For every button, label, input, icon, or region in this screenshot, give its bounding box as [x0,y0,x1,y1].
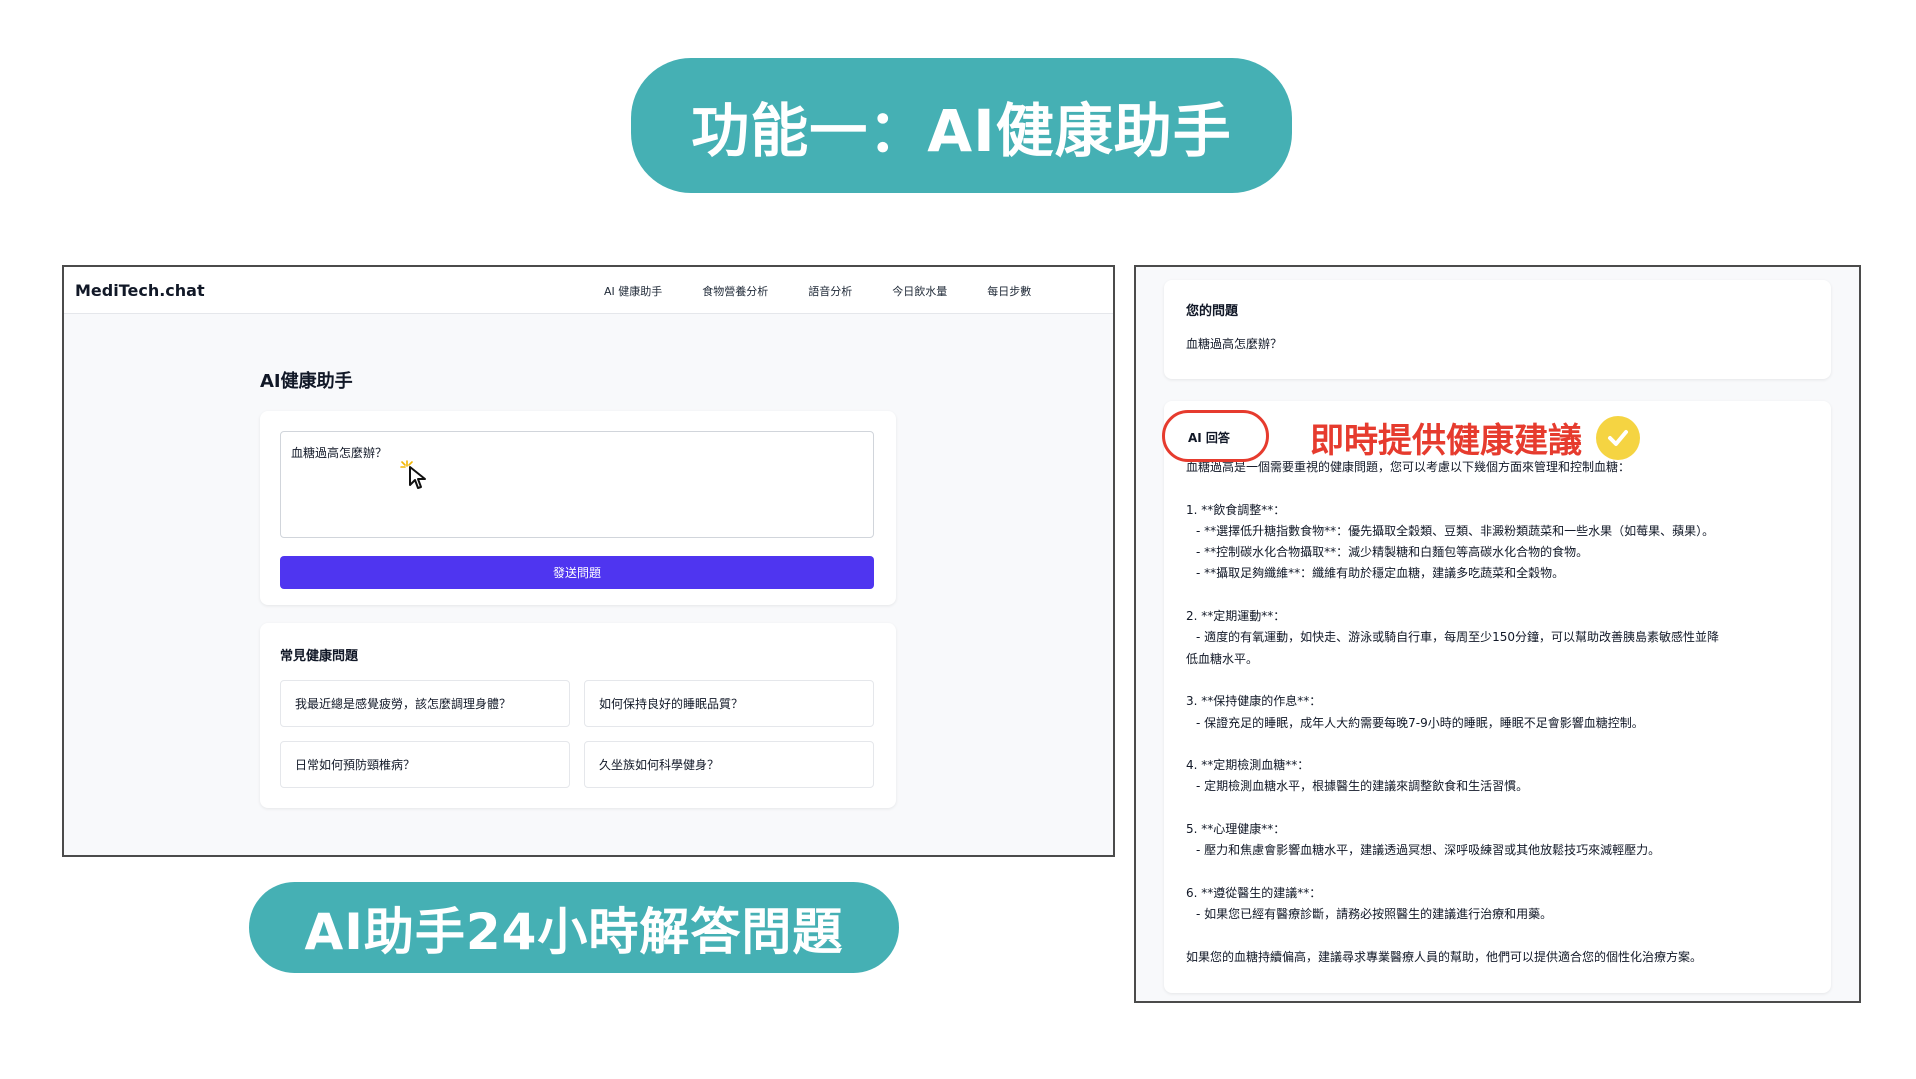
answer-line: - 定期檢測血糖水平，根據醫生的建議來調整飲食和生活習慣。 [1196,779,1529,794]
answer-line: - **控制碳水化合物攝取**：減少精製糖和白麵包等高碳水化合物的食物。 [1196,545,1589,560]
answer-line: 6. **遵從醫生的建議**： [1186,885,1322,900]
question-input[interactable]: 血糖過高怎麼辦？ [280,431,874,538]
highlight-annotation: 即時提供健康建議 [1310,413,1640,462]
nav-water-intake[interactable]: 今日飲水量 [892,283,947,299]
answer-line: - 如果您已經有醫療診斷，請務必按照醫生的建議進行治療和用藥。 [1196,907,1553,922]
answer-line: - **選擇低升糖指數食物**：優先攝取全穀類、豆類、非澱粉類蔬菜和一些水果（如… [1196,523,1715,538]
faq-item[interactable]: 日常如何預防頸椎病？ [280,741,570,788]
faq-grid: 我最近總是感覺疲勞，該怎麼調理身體？ 如何保持良好的睡眠品質？ 日常如何預防頸椎… [280,680,876,788]
question-card: 您的問題 血糖過高怎麼辦？ [1164,280,1831,379]
answer-label: AI 回答 [1188,431,1230,445]
faq-item[interactable]: 我最近總是感覺疲勞，該怎麼調理身體？ [280,680,570,727]
question-text: 血糖過高怎麼辦？ [1186,337,1283,351]
answer-line [1186,478,1809,499]
nav-voice-analysis[interactable]: 語音分析 [808,283,852,299]
answer-text: 血糖過高是一個需要重視的健康問題，您可以考慮以下幾個方面來管理和控制血糖： 1. … [1186,457,1809,968]
answer-line: - 壓力和焦慮會影響血糖水平，建議透過冥想、深呼吸練習或其他放鬆技巧來減輕壓力。 [1196,843,1661,858]
page-title: AI健康助手 [260,371,353,392]
nav-daily-steps[interactable]: 每日步數 [987,283,1031,299]
answer-line: - 適度的有氧運動，如快走、游泳或騎自行車，每周至少150分鐘，可以幫助改善胰島… [1196,630,1720,645]
faq-item[interactable]: 如何保持良好的睡眠品質？ [584,680,874,727]
answer-header: AI 回答 即時提供健康建議 [1162,410,1809,462]
left-screenshot: MediTech.chat AI 健康助手 食物營養分析 語音分析 今日飲水量 … [62,265,1115,857]
answer-line [1186,862,1809,883]
answer-line [1186,926,1809,947]
answer-line [1186,798,1809,819]
nav-food-nutrition[interactable]: 食物營養分析 [702,283,768,299]
answer-line [1186,670,1809,691]
right-screenshot: 您的問題 血糖過高怎麼辦？ AI 回答 即時提供健康建議 血糖過高是一個需要重視… [1134,265,1861,1003]
question-label: 您的問題 [1186,304,1239,319]
answer-line: 2. **定期運動**： [1186,609,1286,624]
faq-item[interactable]: 久坐族如何科學健身？ [584,741,874,788]
check-circle-icon [1596,415,1640,460]
answer-line: - **攝取足夠纖維**：纖維有助於穩定血糖，建議多吃蔬菜和全穀物。 [1196,566,1565,581]
pointer-cursor-icon [400,459,440,503]
faq-card: 常見健康問題 我最近總是感覺疲勞，該怎麼調理身體？ 如何保持良好的睡眠品質？ 日… [260,623,896,808]
answer-line [1186,734,1809,755]
answer-line: 4. **定期檢測血糖**： [1186,758,1310,773]
answer-line: 如果您的血糖持續偏高，建議尋求專業醫療人員的幫助，他們可以提供適合您的個性化治療… [1186,949,1703,964]
brand-logo[interactable]: MediTech.chat [75,281,205,300]
ask-card: 血糖過高怎麼辦？ 發送問題 [260,411,896,605]
faq-title: 常見健康問題 [280,649,359,664]
main-content: AI健康助手 血糖過高怎麼辦？ 發送問題 常見健康問題 我最近總是感覺疲勞，該怎… [260,367,896,808]
caption-banner: AI助手24小時解答問題 [249,882,899,973]
answer-line: 3. **保持健康的作息**： [1186,694,1322,709]
top-navbar: MediTech.chat AI 健康助手 食物營養分析 語音分析 今日飲水量 … [64,267,1113,314]
nav-links: AI 健康助手 食物營養分析 語音分析 今日飲水量 每日步數 [604,267,1071,314]
answer-line: 1. **飲食調整**： [1186,502,1286,517]
answer-line: - 保證充足的睡眠，成年人大約需要每晚7-9小時的睡眠，睡眠不足會影響血糖控制。 [1196,715,1644,730]
title-banner: 功能一：AI健康助手 [631,58,1292,193]
send-question-button[interactable]: 發送問題 [280,556,874,589]
highlight-text: 即時提供健康建議 [1310,421,1582,461]
answer-line [1186,585,1809,606]
answer-line: 低血糖水平。 [1186,651,1259,666]
nav-ai-assistant[interactable]: AI 健康助手 [604,283,662,299]
answer-card: AI 回答 即時提供健康建議 血糖過高是一個需要重視的健康問題，您可以考慮以下幾… [1162,401,1831,993]
answer-line: 5. **心理健康**： [1186,822,1286,837]
